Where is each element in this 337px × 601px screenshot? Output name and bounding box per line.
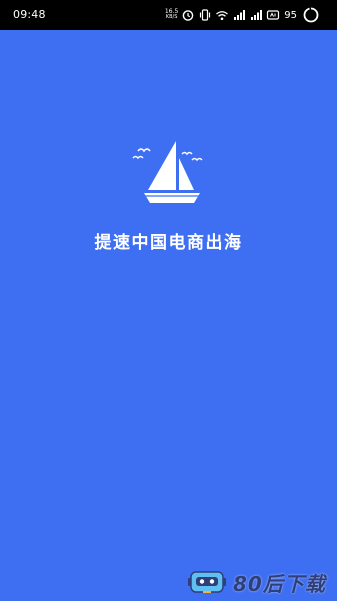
- sailboat-icon: [130, 138, 206, 208]
- status-icons: 16.5 KB/S 95: [165, 6, 319, 24]
- vibrate-icon: [198, 8, 212, 22]
- signal-icon: [232, 8, 246, 22]
- signal-icon: [249, 8, 263, 22]
- app-slogan: 提速中国电商出海: [94, 233, 243, 253]
- alarm-icon: [181, 8, 195, 22]
- wifi-icon: [215, 8, 229, 22]
- battery-ring-icon: [303, 7, 319, 23]
- battery-level: 95: [284, 9, 297, 21]
- robot-icon: [187, 567, 227, 597]
- watermark: 80后下载: [175, 564, 337, 600]
- status-bar: 09:48 16.5 KB/S 95: [0, 0, 337, 30]
- network-speed-unit: KB/S: [165, 13, 178, 20]
- network-speed: 16.5 KB/S: [165, 8, 178, 20]
- watermark-text: 80后下载: [233, 571, 326, 596]
- data-icon: [266, 8, 280, 22]
- status-time: 09:48: [13, 8, 46, 21]
- splash-screen: 09:48 16.5 KB/S 95 提速中国电商出海 80后下载: [0, 0, 337, 600]
